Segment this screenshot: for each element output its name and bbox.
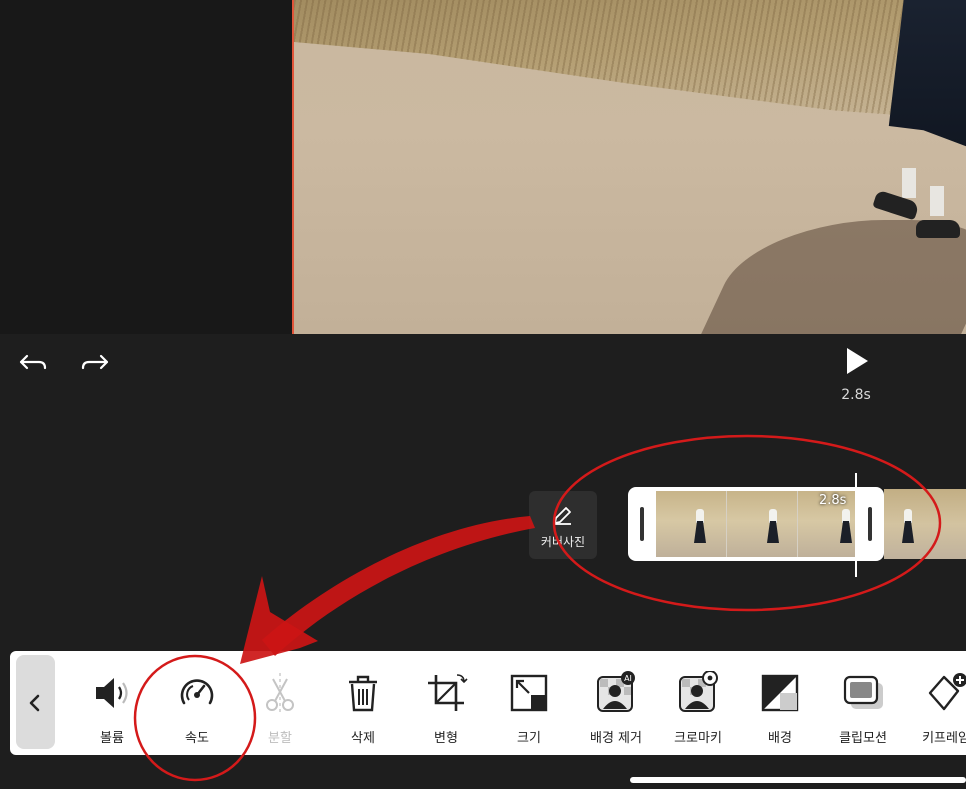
keyframe-add-icon: [928, 673, 966, 711]
trash-icon: [349, 675, 377, 712]
clip-motion-icon: [843, 675, 883, 709]
person-leg: [930, 186, 944, 216]
trim-handle-right[interactable]: [868, 507, 872, 541]
tool-clip-motion[interactable]: 클립모션: [821, 651, 905, 755]
chevron-left-icon: [29, 694, 40, 712]
tool-size[interactable]: 크기: [487, 651, 571, 755]
tool-split[interactable]: 분할: [238, 651, 322, 755]
scissors-icon: [266, 673, 294, 713]
tool-transform[interactable]: 변형: [404, 651, 488, 755]
pencil-icon: [554, 507, 571, 525]
edit-toolbar: 볼륨 속도 분할 삭제 변형 크기 AI 배경 제거 크로마키 배경 클립모션 …: [10, 651, 966, 755]
clip-frame: [727, 491, 798, 557]
person-leg: [902, 168, 916, 198]
tool-delete[interactable]: 삭제: [321, 651, 405, 755]
redo-icon[interactable]: [79, 348, 111, 376]
playhead[interactable]: [855, 473, 857, 577]
timeline-clip-selected[interactable]: 2.8s: [628, 487, 884, 561]
playback-duration: 2.8s: [841, 387, 871, 403]
annotation-arrow-shaft: [262, 516, 535, 656]
resize-icon: [510, 674, 548, 712]
clip-frame: [656, 491, 727, 557]
tool-background[interactable]: 배경: [738, 651, 822, 755]
cover-photo-button[interactable]: 커버사진: [529, 491, 597, 559]
chroma-key-icon: [679, 671, 718, 712]
undo-icon[interactable]: [17, 348, 49, 376]
grass-area: [294, 0, 966, 120]
timeline-clip-next[interactable]: [884, 489, 966, 559]
cover-photo-label: 커버사진: [540, 535, 586, 549]
tool-volume[interactable]: 볼륨: [70, 651, 154, 755]
background-icon: [761, 674, 799, 712]
play-button[interactable]: [841, 345, 871, 377]
volume-icon: [96, 678, 128, 708]
svg-text:AI: AI: [624, 674, 632, 683]
tool-speed[interactable]: 속도: [155, 651, 239, 755]
tool-keyframe[interactable]: 키프레임: [904, 651, 966, 755]
tool-label: 키프레임: [922, 731, 966, 746]
crop-rotate-icon: [428, 674, 468, 711]
clip-duration: 2.8s: [819, 493, 847, 508]
video-preview[interactable]: [292, 0, 966, 334]
ai-background-remove-icon: AI: [597, 671, 635, 712]
person-shoe: [916, 220, 960, 238]
speedometer-icon: [180, 679, 214, 705]
home-indicator: [630, 777, 966, 783]
toolbar-back-button[interactable]: [16, 655, 55, 749]
trim-handle-left[interactable]: [640, 507, 644, 541]
preview-letterbox: [0, 0, 292, 334]
